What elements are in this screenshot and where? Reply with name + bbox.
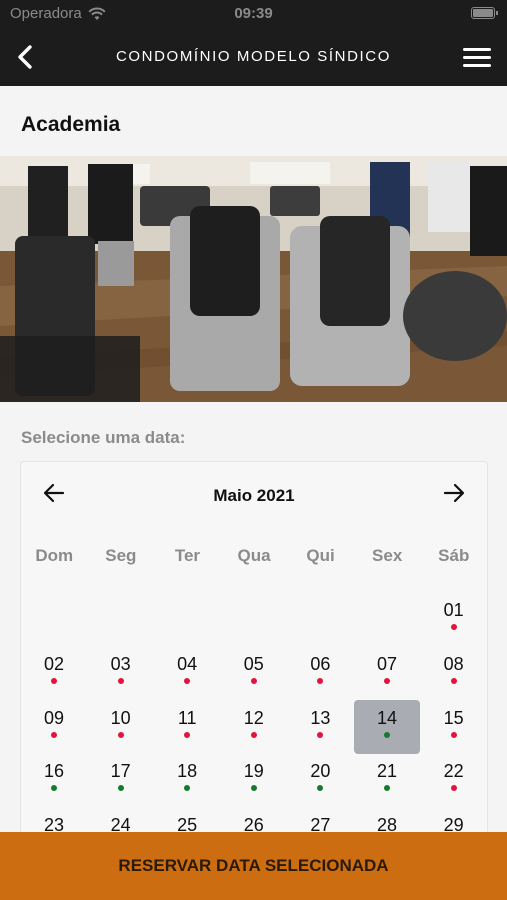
unavailable-dot-icon bbox=[184, 731, 191, 738]
calendar-day-number: 03 bbox=[110, 653, 131, 674]
battery-icon bbox=[471, 7, 498, 19]
unavailable-dot-icon bbox=[117, 677, 124, 684]
calendar-day[interactable]: 18 bbox=[154, 745, 220, 799]
reserve-date-button[interactable]: RESERVAR DATA SELECIONADA bbox=[0, 832, 507, 900]
calendar-day-number: 10 bbox=[110, 707, 131, 728]
next-month-arrow-icon[interactable] bbox=[441, 480, 467, 506]
calendar-day-number: 18 bbox=[177, 761, 198, 782]
hamburger-menu-icon[interactable] bbox=[461, 44, 493, 70]
calendar-day-number: 07 bbox=[376, 653, 398, 674]
weekday-sab: Sáb bbox=[438, 546, 470, 565]
calendar-day[interactable]: 09 bbox=[21, 692, 87, 746]
calendar-day-number: 12 bbox=[243, 707, 264, 728]
month-label: Maio 2021 bbox=[213, 486, 295, 505]
weekday-row: Dom Seg Ter Qua Qui Sex Sáb bbox=[21, 546, 487, 566]
calendar-day-number: 14 bbox=[376, 707, 398, 728]
calendar-day-number: 01 bbox=[443, 600, 464, 620]
calendar-day-number: 04 bbox=[177, 653, 198, 674]
calendar-day[interactable]: 12 bbox=[221, 692, 287, 746]
calendar-day[interactable]: 17 bbox=[88, 745, 154, 799]
back-chevron-icon[interactable] bbox=[10, 40, 44, 74]
calendar-day-number: 16 bbox=[43, 761, 65, 782]
calendar-day[interactable]: 14 bbox=[354, 692, 420, 754]
weekday-qua: Qua bbox=[237, 546, 271, 565]
unavailable-dot-icon bbox=[117, 731, 124, 738]
unavailable-dot-icon bbox=[317, 677, 324, 684]
unavailable-dot-icon bbox=[250, 677, 257, 684]
calendar-day-number: 05 bbox=[243, 653, 264, 674]
unavailable-dot-icon bbox=[51, 731, 57, 738]
unavailable-dot-icon bbox=[51, 677, 57, 684]
unavailable-dot-icon bbox=[450, 677, 457, 684]
navbar-title: CONDOMÍNIO MODELO SÍNDICO bbox=[115, 48, 391, 65]
status-bar: Operadora 09:39 bbox=[0, 0, 507, 28]
calendar-day[interactable]: 08 bbox=[421, 638, 487, 692]
calendar-day-number: 17 bbox=[110, 761, 131, 782]
clock: 09:39 bbox=[234, 5, 273, 22]
unavailable-dot-icon bbox=[450, 731, 457, 738]
calendar-day[interactable]: 02 bbox=[21, 638, 87, 692]
weekday-ter: Ter bbox=[174, 546, 201, 565]
navbar: CONDOMÍNIO MODELO SÍNDICO bbox=[0, 28, 507, 86]
calendar-day-number: 11 bbox=[177, 707, 197, 728]
unavailable-dot-icon bbox=[450, 624, 457, 630]
available-dot-icon bbox=[384, 785, 390, 792]
page-title: Academia bbox=[21, 113, 121, 136]
calendar-day-number: 21 bbox=[376, 761, 398, 782]
calendar-day[interactable]: 22 bbox=[421, 745, 487, 799]
calendar-day[interactable]: 05 bbox=[221, 638, 287, 692]
calendar-day-number: 02 bbox=[43, 653, 65, 674]
calendar-day[interactable]: 20 bbox=[287, 745, 353, 799]
available-dot-icon bbox=[250, 785, 257, 792]
calendar-day-number: 13 bbox=[310, 707, 331, 728]
unavailable-dot-icon bbox=[184, 677, 191, 684]
calendar-day-number: 20 bbox=[310, 761, 331, 782]
calendar-header: Maio 2021 bbox=[21, 462, 487, 528]
calendar-day[interactable]: 13 bbox=[287, 692, 353, 746]
weekday-seg: Seg bbox=[105, 546, 137, 565]
calendar-day[interactable]: 04 bbox=[154, 638, 220, 692]
weekday-sex: Sex bbox=[372, 546, 403, 565]
available-dot-icon bbox=[184, 785, 191, 792]
available-dot-icon bbox=[384, 731, 390, 738]
gym-photo bbox=[0, 156, 507, 402]
calendar: Maio 2021 Dom Seg Ter Qua Qui Sex Sáb 01… bbox=[20, 461, 488, 841]
calendar-day-number: 19 bbox=[243, 761, 264, 782]
calendar-day-number: 08 bbox=[443, 653, 464, 674]
weekday-dom: Dom bbox=[35, 546, 74, 565]
calendar-day[interactable]: 10 bbox=[88, 692, 154, 746]
available-dot-icon bbox=[317, 785, 324, 792]
calendar-day[interactable]: 19 bbox=[221, 745, 287, 799]
unavailable-dot-icon bbox=[250, 731, 257, 738]
calendar-day-number: 15 bbox=[443, 707, 464, 728]
date-prompt: Selecione uma data: bbox=[21, 428, 186, 447]
calendar-day-number: 06 bbox=[310, 653, 331, 674]
unavailable-dot-icon bbox=[384, 677, 390, 684]
available-dot-icon bbox=[51, 785, 57, 792]
calendar-day-number: 09 bbox=[43, 707, 65, 728]
calendar-day[interactable]: 16 bbox=[21, 745, 87, 799]
calendar-day[interactable]: 21 bbox=[354, 745, 420, 799]
calendar-day[interactable]: 15 bbox=[421, 692, 487, 746]
calendar-day[interactable]: 06 bbox=[287, 638, 353, 692]
calendar-day-number: 22 bbox=[443, 761, 464, 782]
calendar-day[interactable]: 07 bbox=[354, 638, 420, 692]
available-dot-icon bbox=[117, 785, 124, 792]
unavailable-dot-icon bbox=[317, 731, 324, 738]
calendar-day[interactable]: 11 bbox=[154, 692, 220, 746]
weekday-qui: Qui bbox=[306, 546, 335, 565]
calendar-day[interactable]: 03 bbox=[88, 638, 154, 692]
calendar-day[interactable]: 01 bbox=[421, 584, 487, 638]
unavailable-dot-icon bbox=[450, 785, 457, 792]
page-header: Academia bbox=[0, 86, 507, 156]
